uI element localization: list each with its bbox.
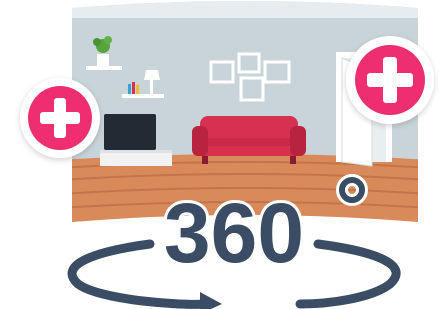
panorama-360-illustration: 360 ° (0, 0, 439, 309)
books-icon (128, 84, 131, 94)
add-hotspot-right-button[interactable] (346, 36, 434, 124)
plant-pot-icon (97, 54, 109, 66)
rotation-label: 360 (164, 186, 304, 280)
add-hotspot-left-button[interactable] (20, 78, 100, 158)
tv-icon (104, 114, 156, 150)
lamp-icon (144, 70, 160, 80)
wall-top-band (72, 1, 418, 18)
